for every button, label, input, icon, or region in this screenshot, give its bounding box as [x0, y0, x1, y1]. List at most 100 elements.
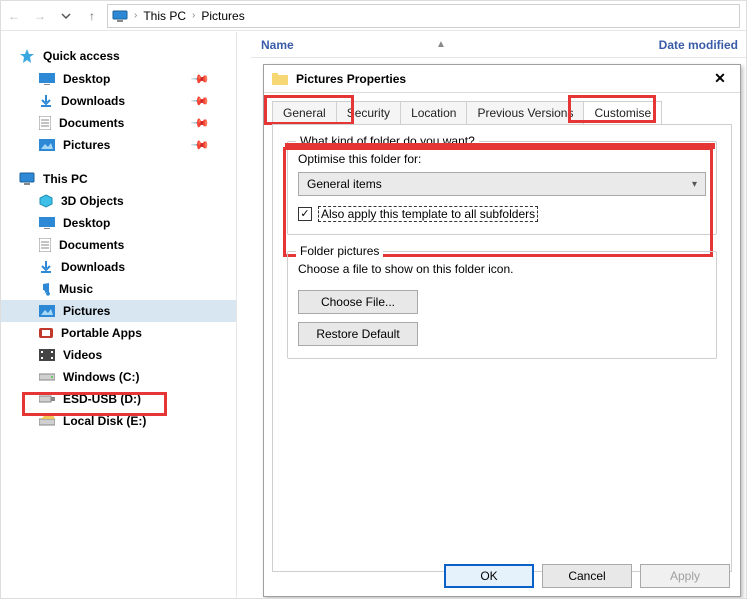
- star-icon: [19, 48, 35, 64]
- tree-item-pc-desktop[interactable]: Desktop: [1, 212, 236, 234]
- tree-item-qa-documents[interactable]: Documents 📌: [1, 112, 236, 134]
- apply-subfolders-label: Also apply this template to all subfolde…: [318, 206, 538, 222]
- tree-item-label: Windows (C:): [63, 370, 140, 384]
- tab-previous-versions[interactable]: Previous Versions: [466, 101, 584, 124]
- dialog-titlebar: Pictures Properties ✕: [264, 65, 740, 93]
- desktop-icon: [39, 73, 55, 85]
- folder-icon: [272, 73, 288, 85]
- restore-default-button[interactable]: Restore Default: [298, 322, 418, 346]
- apply-button[interactable]: Apply: [640, 564, 730, 588]
- tree-item-pc-downloads[interactable]: Downloads: [1, 256, 236, 278]
- group-heading: Folder pictures: [296, 244, 383, 258]
- optimise-combo[interactable]: General items ▾: [298, 172, 706, 196]
- apps-icon: [39, 326, 53, 340]
- drive-icon: [39, 372, 55, 382]
- tree-head-this-pc[interactable]: This PC: [1, 168, 236, 190]
- sort-indicator-icon: ▲: [436, 39, 446, 50]
- tree-item-qa-desktop[interactable]: Desktop 📌: [1, 68, 236, 90]
- tree-item-pc-documents[interactable]: Documents: [1, 234, 236, 256]
- pin-icon: 📌: [190, 135, 210, 155]
- highlight-annotation: [264, 95, 354, 125]
- combo-value: General items: [307, 177, 382, 191]
- tab-location[interactable]: Location: [400, 101, 467, 124]
- desktop-icon: [39, 217, 55, 229]
- tree-group-this-pc: This PC 3D Objects Desktop Documents Dow…: [1, 168, 236, 432]
- column-name[interactable]: Name: [261, 38, 294, 52]
- breadcrumb-this-pc[interactable]: This PC: [143, 9, 186, 23]
- tree-item-pc-portable-apps[interactable]: Portable Apps: [1, 322, 236, 344]
- tree-head-label: This PC: [43, 172, 88, 186]
- column-date-modified[interactable]: Date modified: [659, 38, 738, 52]
- column-header: Name ▲ Date modified: [251, 32, 746, 58]
- tree-item-label: Desktop: [63, 72, 110, 86]
- address-field[interactable]: › This PC › Pictures: [107, 4, 740, 28]
- dialog-title: Pictures Properties: [296, 72, 406, 86]
- breadcrumb-pictures[interactable]: Pictures: [201, 9, 244, 23]
- chevron-down-icon: ▾: [692, 179, 697, 190]
- tree-head-quick-access[interactable]: Quick access: [1, 44, 236, 68]
- choose-file-button[interactable]: Choose File...: [298, 290, 418, 314]
- window-root: ← → ↑ › This PC › Pictures Name ▲ Date m…: [0, 0, 747, 599]
- pc-icon: [112, 10, 128, 22]
- tree-item-pc-videos[interactable]: Videos: [1, 344, 236, 366]
- tree-item-label: Downloads: [61, 94, 125, 108]
- pin-icon: 📌: [190, 91, 210, 111]
- tree-item-pc-local-disk-e[interactable]: Local Disk (E:): [1, 410, 236, 432]
- document-icon: [39, 116, 51, 130]
- arrow-left-icon: ←: [8, 9, 20, 23]
- nav-history-button[interactable]: [53, 1, 79, 31]
- dialog-buttons: OK Cancel Apply: [444, 564, 730, 588]
- ok-button[interactable]: OK: [444, 564, 534, 588]
- folder-pictures-desc: Choose a file to show on this folder ico…: [298, 262, 706, 276]
- tree-item-label: Pictures: [63, 138, 110, 152]
- download-icon: [39, 94, 53, 108]
- tab-panel-customise: What kind of folder do you want? Optimis…: [272, 124, 732, 572]
- tree-item-label: 3D Objects: [61, 194, 124, 208]
- tree-item-label: Documents: [59, 116, 124, 130]
- breadcrumb-label: Pictures: [201, 9, 244, 23]
- pin-icon: 📌: [190, 69, 210, 89]
- tree-item-qa-downloads[interactable]: Downloads 📌: [1, 90, 236, 112]
- tree-head-label: Quick access: [43, 49, 120, 63]
- address-bar: ← → ↑ › This PC › Pictures: [1, 1, 746, 31]
- tree-item-label: Pictures: [63, 304, 110, 318]
- tree-item-label: ESD-USB (D:): [63, 392, 141, 406]
- close-icon: ✕: [714, 70, 726, 87]
- usb-drive-icon: [39, 394, 55, 404]
- highlight-annotation: [285, 143, 715, 149]
- tree-item-qa-pictures[interactable]: Pictures 📌: [1, 134, 236, 156]
- document-icon: [39, 238, 51, 252]
- nav-forward-button[interactable]: →: [27, 1, 53, 31]
- tree-item-pc-esd-usb-d[interactable]: ESD-USB (D:): [1, 388, 236, 410]
- tree-item-label: Portable Apps: [61, 326, 142, 340]
- tree-item-label: Documents: [59, 238, 124, 252]
- apply-subfolders-row: ✓ Also apply this template to all subfol…: [298, 206, 706, 222]
- tree-item-label: Desktop: [63, 216, 110, 230]
- nav-up-button[interactable]: ↑: [79, 1, 105, 31]
- tree-item-label: Downloads: [61, 260, 125, 274]
- chevron-right-icon: ›: [134, 10, 137, 21]
- tree-item-pc-windows-c[interactable]: Windows (C:): [1, 366, 236, 388]
- picture-icon: [39, 305, 55, 317]
- properties-dialog: Pictures Properties ✕ General Security L…: [263, 64, 741, 597]
- nav-tree: Quick access Desktop 📌 Downloads 📌 Docum…: [1, 32, 237, 598]
- close-button[interactable]: ✕: [708, 67, 732, 91]
- tree-item-label: Local Disk (E:): [63, 414, 146, 428]
- tree-item-pc-pictures[interactable]: Pictures: [1, 300, 236, 322]
- tree-item-label: Music: [59, 282, 93, 296]
- group-folder-kind: What kind of folder do you want? Optimis…: [287, 141, 717, 235]
- arrow-right-icon: →: [34, 9, 46, 23]
- optimise-label: Optimise this folder for:: [298, 152, 706, 166]
- drive-icon: [39, 415, 55, 427]
- tree-group-quick-access: Quick access Desktop 📌 Downloads 📌 Docum…: [1, 44, 236, 156]
- tree-item-pc-music[interactable]: Music: [1, 278, 236, 300]
- apply-subfolders-checkbox[interactable]: ✓: [298, 207, 312, 221]
- video-icon: [39, 349, 55, 361]
- pin-icon: 📌: [190, 113, 210, 133]
- cancel-button[interactable]: Cancel: [542, 564, 632, 588]
- tree-item-pc-3dobjects[interactable]: 3D Objects: [1, 190, 236, 212]
- tab-customise[interactable]: Customise: [583, 101, 662, 124]
- chevron-down-icon: [61, 11, 71, 21]
- music-icon: [39, 282, 51, 296]
- nav-back-button[interactable]: ←: [1, 1, 27, 31]
